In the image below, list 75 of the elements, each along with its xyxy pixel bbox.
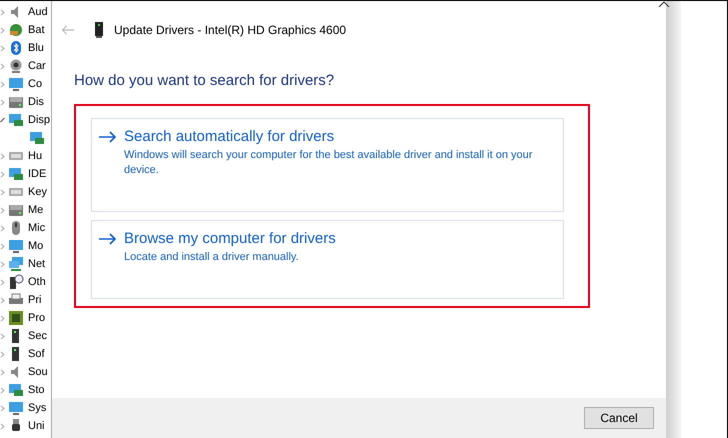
collapsed-chevron-icon[interactable] [0, 386, 5, 394]
close-icon[interactable] [657, 1, 671, 7]
device-category[interactable]: Aud [28, 6, 48, 18]
option-description: Windows will search your computer for the best available driver and install it on your device. [124, 148, 534, 178]
graphics-card-icon [8, 382, 24, 398]
device-category[interactable]: Net [28, 258, 46, 270]
drive-icon [8, 202, 24, 218]
device-category[interactable]: Key [28, 186, 47, 198]
option-description: Locate and install a driver manually. [124, 250, 300, 265]
device-category[interactable]: Sou [28, 366, 48, 378]
device-category[interactable]: IDE [28, 168, 46, 180]
collapsed-chevron-icon[interactable] [0, 368, 5, 376]
network-icon [8, 256, 24, 272]
device-category[interactable]: Sys [28, 402, 46, 414]
tower-icon [95, 22, 103, 38]
collapsed-chevron-icon[interactable] [0, 170, 5, 178]
collapsed-chevron-icon[interactable] [0, 152, 5, 160]
device-category[interactable]: Sec [28, 330, 47, 342]
collapsed-chevron-icon[interactable] [0, 80, 5, 88]
option-card[interactable]: Browse my computer for drivers Locate and install a driver manually. [91, 220, 564, 299]
device-category[interactable]: Uni [28, 420, 45, 432]
device-category[interactable]: Car [28, 60, 46, 72]
graphics-card-icon [8, 112, 24, 128]
expanded-chevron-icon[interactable] [0, 116, 5, 124]
camera-icon [8, 58, 24, 74]
collapsed-chevron-icon[interactable] [0, 260, 5, 268]
right-arrow-icon [99, 130, 117, 142]
collapsed-chevron-icon[interactable] [0, 314, 5, 322]
battery-icon [8, 22, 24, 38]
device-category[interactable]: Mo [28, 240, 44, 252]
collapsed-chevron-icon[interactable] [0, 404, 5, 412]
option-title: Search automatically for drivers [124, 128, 334, 145]
device-category[interactable]: Hu [28, 150, 42, 162]
question-device-icon [8, 274, 24, 290]
collapsed-chevron-icon[interactable] [0, 332, 5, 340]
device-category[interactable]: Pri [28, 294, 42, 306]
monitor-icon [8, 76, 24, 92]
device-category[interactable]: Oth [28, 276, 46, 288]
collapsed-chevron-icon[interactable] [0, 26, 5, 34]
monitor-icon [8, 400, 24, 416]
collapsed-chevron-icon[interactable] [0, 224, 5, 232]
collapsed-chevron-icon[interactable] [0, 422, 5, 430]
graphics-card-icon [8, 166, 24, 182]
collapsed-chevron-icon[interactable] [0, 242, 5, 250]
option-title: Browse my computer for drivers [124, 230, 336, 247]
collapsed-chevron-icon[interactable] [0, 8, 5, 16]
device-category[interactable]: Co [28, 78, 42, 90]
device-category[interactable]: Mic [28, 222, 46, 234]
collapsed-chevron-icon[interactable] [0, 44, 5, 52]
back-arrow-icon[interactable] [61, 24, 75, 34]
graphics-card-icon [29, 130, 45, 146]
drive-icon [8, 94, 24, 110]
option-card[interactable]: Search automatically for drivers Windows will search your computer for the best available driver and install it on your device. [91, 118, 564, 212]
right-arrow-icon [99, 232, 117, 244]
collapsed-chevron-icon[interactable] [0, 62, 5, 70]
dialog-heading: How do you want to search for drivers? [74, 72, 336, 89]
collapsed-chevron-icon[interactable] [0, 350, 5, 358]
device-category[interactable]: Me [28, 204, 44, 216]
cancel-button[interactable]: Cancel [584, 407, 654, 429]
bluetooth-icon [8, 40, 24, 56]
device-category[interactable]: Dis [28, 96, 44, 108]
device-category[interactable]: Sto [28, 384, 45, 396]
collapsed-chevron-icon[interactable] [0, 296, 5, 304]
dialog-title: Update Drivers - Intel(R) HD Graphics 4600 [114, 22, 346, 36]
chip-icon [8, 310, 24, 326]
monitor-icon [8, 238, 24, 254]
device-category[interactable]: Bat [28, 24, 45, 36]
device-category[interactable]: Disp [28, 114, 50, 126]
collapsed-chevron-icon[interactable] [0, 188, 5, 196]
device-category[interactable]: Pro [28, 312, 46, 324]
collapsed-chevron-icon[interactable] [0, 206, 5, 214]
device-category[interactable]: Sof [28, 348, 45, 360]
collapsed-chevron-icon[interactable] [0, 98, 5, 106]
collapsed-chevron-icon[interactable] [0, 278, 5, 286]
device-category[interactable]: Blu [28, 42, 44, 54]
